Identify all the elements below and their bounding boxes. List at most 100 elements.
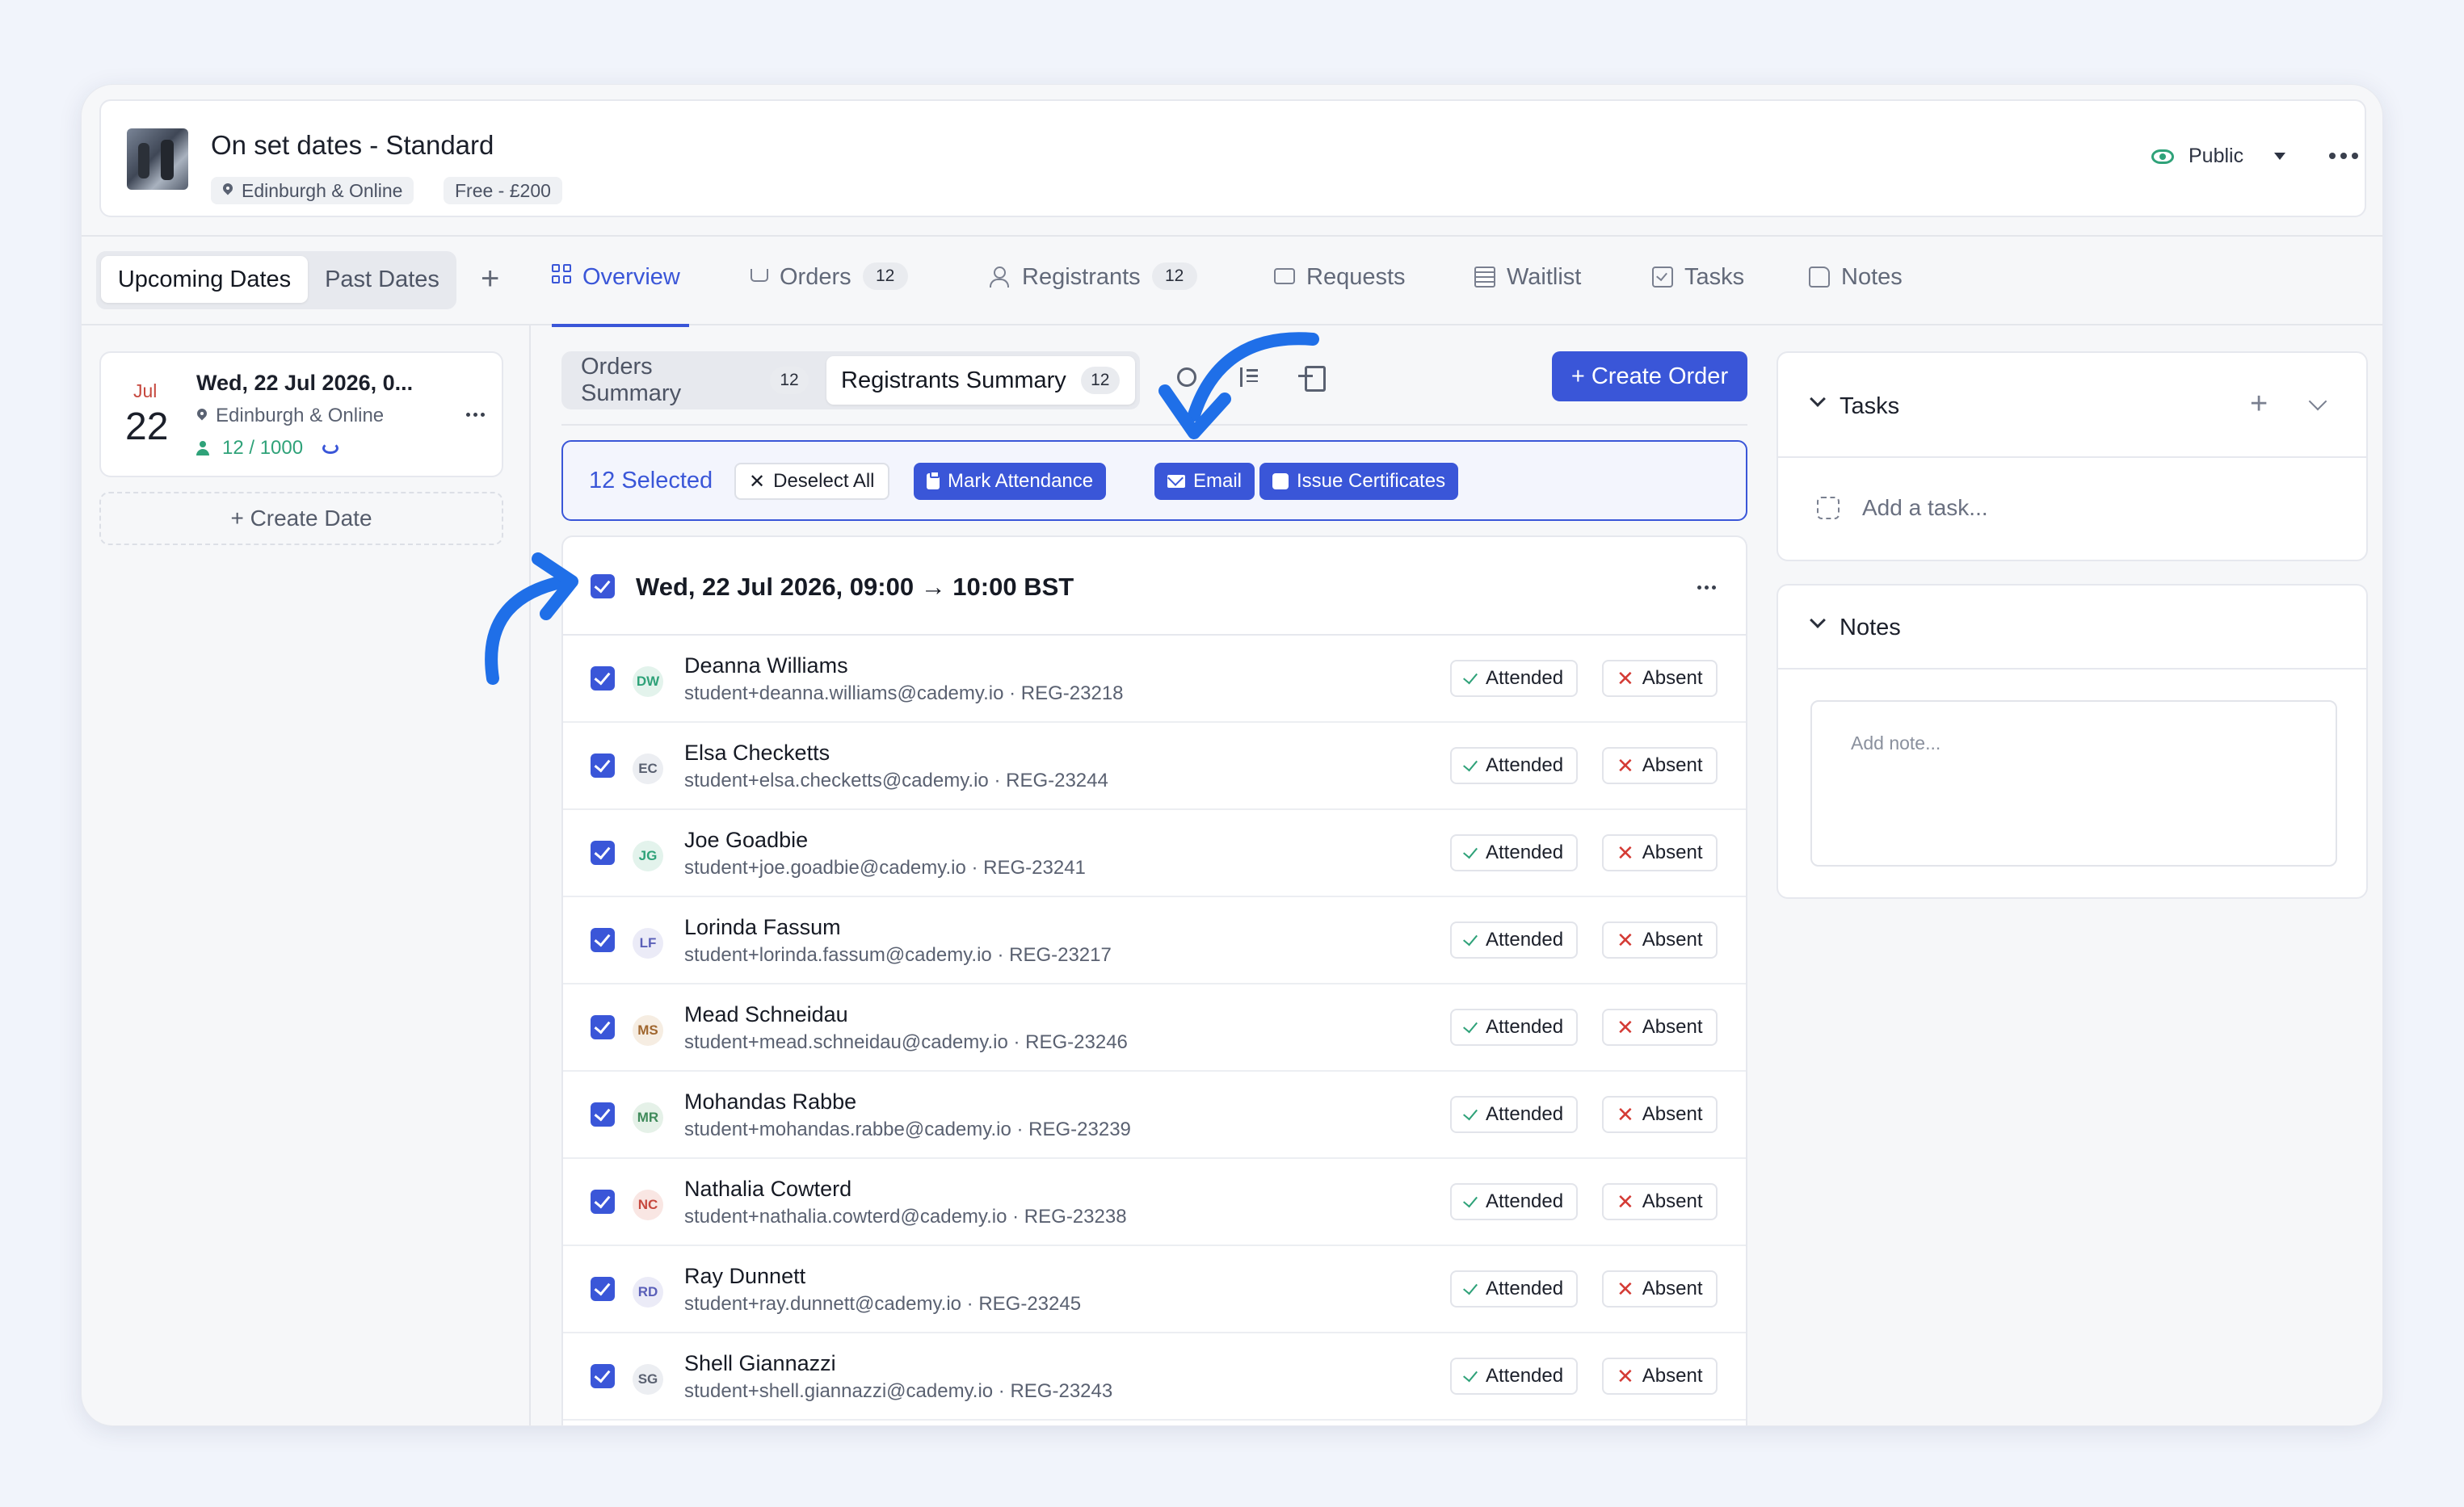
registrants-summary-tab[interactable]: Registrants Summary 12 bbox=[826, 356, 1135, 405]
annotation-arrow-left bbox=[485, 552, 578, 685]
absent-label: Absent bbox=[1642, 1365, 1703, 1387]
session-title: Wed, 22 Jul 2026, 09:00 → 10:00 BST bbox=[636, 573, 1074, 601]
table-row: MR Mohandas Rabbe student+mohandas.rabbe… bbox=[563, 1072, 1746, 1159]
more-options-icon[interactable] bbox=[2329, 153, 2358, 159]
past-dates-tab[interactable]: Past Dates bbox=[313, 256, 452, 303]
visibility-dropdown[interactable]: Public bbox=[2151, 145, 2286, 168]
absent-button[interactable]: ✕ Absent bbox=[1602, 1183, 1718, 1220]
tab-notes[interactable]: Notes bbox=[1809, 264, 1903, 327]
check-icon bbox=[1463, 1105, 1478, 1121]
note-input[interactable] bbox=[1810, 700, 2337, 867]
absent-button[interactable]: ✕ Absent bbox=[1602, 1009, 1718, 1046]
collapse-chevron-icon[interactable] bbox=[2308, 392, 2327, 411]
tab-label: Registrants bbox=[1022, 264, 1141, 290]
row-checkbox[interactable] bbox=[591, 1102, 615, 1127]
attended-button[interactable]: Attended bbox=[1450, 660, 1579, 697]
check-icon bbox=[1463, 1192, 1478, 1208]
eye-icon bbox=[2151, 149, 2174, 164]
attended-button[interactable]: Attended bbox=[1450, 1270, 1579, 1308]
add-task-field[interactable]: Add a task... bbox=[1817, 495, 1988, 521]
notes-panel: Notes bbox=[1777, 584, 2368, 899]
avatar: MS bbox=[633, 1015, 663, 1046]
row-checkbox[interactable] bbox=[591, 928, 615, 952]
create-order-button[interactable]: + Create Order bbox=[1552, 351, 1747, 401]
date-range-toggle: Upcoming Dates Past Dates bbox=[96, 251, 456, 309]
absent-button[interactable]: ✕ Absent bbox=[1602, 1358, 1718, 1395]
create-date-button[interactable]: + Create Date bbox=[99, 492, 503, 545]
row-checkbox[interactable] bbox=[591, 1364, 615, 1388]
add-date-plus-icon[interactable]: + bbox=[481, 262, 499, 295]
registrant-name: Joe Goadbie bbox=[684, 828, 809, 852]
attended-label: Attended bbox=[1486, 1016, 1564, 1038]
tab-orders[interactable]: Orders 12 bbox=[751, 262, 908, 327]
registrant-email-ref: student+nathalia.cowterd@cademy.io · REG… bbox=[684, 1206, 1127, 1228]
calendar-month: Jul bbox=[133, 380, 158, 401]
mark-attendance-button[interactable]: Mark Attendance bbox=[914, 463, 1107, 500]
registrant-email-ref: student+elsa.checketts@cademy.io · REG-2… bbox=[684, 770, 1108, 791]
tasks-panel: Tasks + Add a task... bbox=[1777, 351, 2368, 561]
registrant-email-ref: student+lorinda.fassum@cademy.io · REG-2… bbox=[684, 944, 1112, 966]
x-icon: ✕ bbox=[1617, 1014, 1634, 1039]
event-price-tag: Free - £200 bbox=[444, 177, 562, 204]
table-row: EC Elsa Checketts student+elsa.checketts… bbox=[563, 723, 1746, 810]
absent-button[interactable]: ✕ Absent bbox=[1602, 921, 1718, 959]
avatar: RD bbox=[633, 1277, 663, 1308]
attended-button[interactable]: Attended bbox=[1450, 747, 1579, 784]
row-checkbox[interactable] bbox=[591, 1015, 615, 1039]
absent-button[interactable]: ✕ Absent bbox=[1602, 834, 1718, 871]
session-more-icon[interactable] bbox=[1697, 586, 1716, 590]
avatar: NC bbox=[633, 1190, 663, 1220]
deselect-all-button[interactable]: ✕ Deselect All bbox=[734, 463, 889, 500]
absent-button[interactable]: ✕ Absent bbox=[1602, 747, 1718, 784]
attended-button[interactable]: Attended bbox=[1450, 1009, 1579, 1046]
tab-waitlist[interactable]: Waitlist bbox=[1474, 264, 1581, 327]
calendar-day: 22 bbox=[125, 405, 169, 448]
check-icon bbox=[1463, 669, 1478, 685]
attended-button[interactable]: Attended bbox=[1450, 1183, 1579, 1220]
checkbox-icon bbox=[1652, 267, 1673, 288]
attended-label: Attended bbox=[1486, 754, 1564, 776]
check-icon bbox=[1463, 756, 1478, 772]
attended-button[interactable]: Attended bbox=[1450, 1358, 1579, 1395]
date-card[interactable]: Jul 22 Wed, 22 Jul 2026, 0... Edinburgh … bbox=[99, 351, 503, 477]
date-card-more-icon[interactable] bbox=[466, 413, 485, 417]
notes-panel-title: Notes bbox=[1840, 615, 1901, 640]
table-row: NC Nathalia Cowterd student+nathalia.cow… bbox=[563, 1159, 1746, 1246]
row-checkbox[interactable] bbox=[591, 1277, 615, 1301]
attended-button[interactable]: Attended bbox=[1450, 834, 1579, 871]
mark-attendance-label: Mark Attendance bbox=[948, 470, 1094, 492]
upcoming-dates-tab[interactable]: Upcoming Dates bbox=[101, 256, 308, 303]
x-icon: ✕ bbox=[1617, 840, 1634, 865]
absent-button[interactable]: ✕ Absent bbox=[1602, 1270, 1718, 1308]
absent-button[interactable]: ✕ Absent bbox=[1602, 660, 1718, 697]
email-button[interactable]: Email bbox=[1154, 463, 1255, 500]
tab-overview[interactable]: Overview bbox=[552, 264, 689, 327]
table-row: RD Ray Dunnett student+ray.dunnett@cadem… bbox=[563, 1246, 1746, 1333]
chevron-down-icon[interactable] bbox=[1810, 612, 1826, 628]
event-price: Free - £200 bbox=[455, 179, 551, 201]
tab-registrants[interactable]: Registrants 12 bbox=[990, 262, 1197, 327]
absent-button[interactable]: ✕ Absent bbox=[1602, 1096, 1718, 1133]
row-checkbox[interactable] bbox=[591, 841, 615, 865]
date-card-title: Wed, 22 Jul 2026, 0... bbox=[196, 371, 414, 395]
tab-tasks[interactable]: Tasks bbox=[1652, 264, 1744, 327]
absent-label: Absent bbox=[1642, 1278, 1703, 1299]
tab-label: Requests bbox=[1306, 264, 1406, 290]
tasks-panel-header: Tasks + bbox=[1778, 353, 2366, 458]
issue-certificates-button[interactable]: Issue Certificates bbox=[1259, 463, 1459, 500]
attended-button[interactable]: Attended bbox=[1450, 1096, 1579, 1133]
avatar: LF bbox=[633, 928, 663, 959]
orders-summary-tab[interactable]: Orders Summary 12 bbox=[566, 354, 823, 406]
row-checkbox[interactable] bbox=[591, 754, 615, 778]
tab-requests[interactable]: Requests bbox=[1274, 264, 1406, 327]
location-pin-icon bbox=[222, 183, 233, 198]
registrant-name: Lorinda Fassum bbox=[684, 915, 841, 939]
chevron-down-icon[interactable] bbox=[1810, 391, 1826, 407]
avatar: EC bbox=[633, 754, 663, 784]
certificate-icon bbox=[1272, 473, 1289, 489]
absent-label: Absent bbox=[1642, 1190, 1703, 1212]
attended-label: Attended bbox=[1486, 667, 1564, 689]
attended-button[interactable]: Attended bbox=[1450, 921, 1579, 959]
row-checkbox[interactable] bbox=[591, 1190, 615, 1214]
add-task-plus-icon[interactable]: + bbox=[2250, 388, 2268, 419]
